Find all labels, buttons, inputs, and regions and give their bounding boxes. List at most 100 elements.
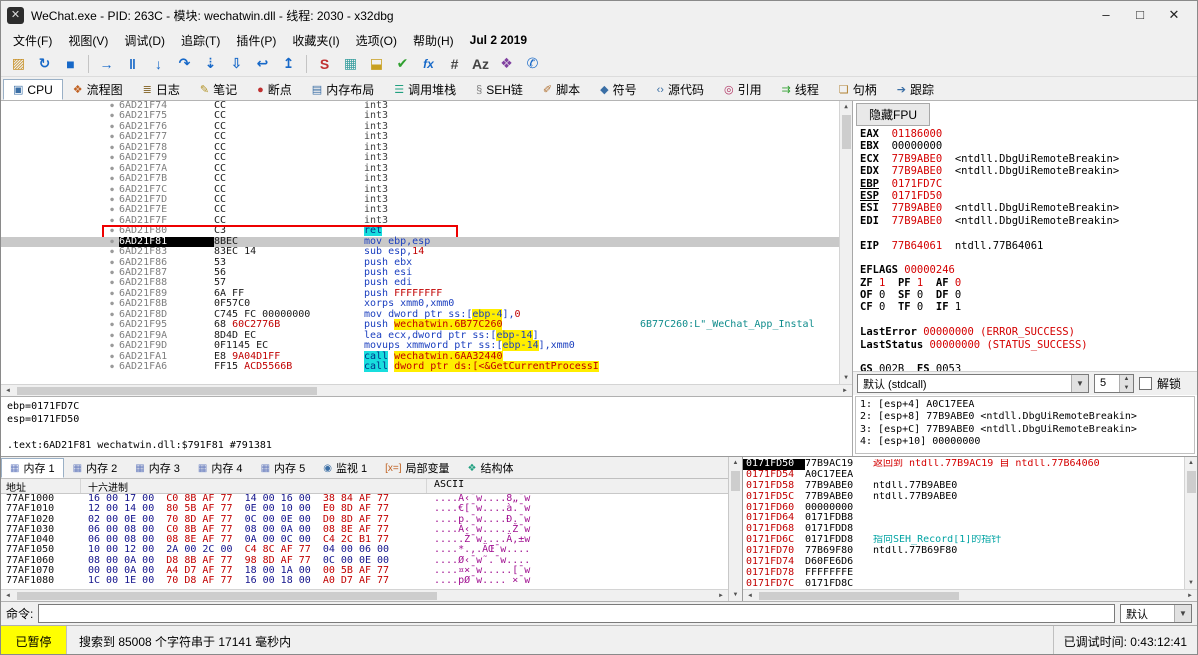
tab-dump-5[interactable]: ▦内存 5	[252, 458, 315, 478]
breakpoint-dot-icon[interactable]: ●	[105, 132, 119, 142]
tab-cpu[interactable]: ▣CPU	[3, 79, 63, 100]
menu-item[interactable]: 选项(O)	[348, 30, 405, 51]
breakpoint-dot-icon[interactable]: ●	[105, 226, 119, 236]
register-line[interactable]: ESI 77B9ABE0 <ntdll.DbgUiRemoteBreakin>	[860, 202, 1190, 214]
tab-trace[interactable]: ➔跟踪	[887, 79, 944, 100]
scrollbar-thumb[interactable]	[731, 471, 740, 491]
trace-into-icon[interactable]: ⇣	[198, 53, 223, 75]
register-line[interactable]: OF 0 SF 0 DF 0	[860, 289, 1190, 301]
scylla-icon[interactable]: S	[312, 53, 337, 75]
maximize-button[interactable]: □	[1123, 3, 1157, 27]
menu-item[interactable]: 收藏夹(I)	[284, 30, 347, 51]
scroll-left-icon[interactable]: ◄	[743, 593, 757, 599]
breakpoint-dot-icon[interactable]: ●	[105, 299, 119, 309]
scrollbar-thumb[interactable]	[842, 115, 851, 149]
tab-notes[interactable]: ✎笔记	[190, 79, 247, 100]
scrollbar-thumb[interactable]	[17, 387, 317, 395]
breakpoint-dot-icon[interactable]: ●	[105, 278, 119, 288]
disassembly-vertical-scrollbar[interactable]: ▲ ▼	[839, 101, 852, 384]
tab-locals[interactable]: [x=]局部变量	[376, 458, 458, 478]
breakpoint-dot-icon[interactable]: ●	[105, 362, 119, 372]
command-input[interactable]	[38, 604, 1115, 623]
breakpoint-dot-icon[interactable]: ●	[105, 320, 119, 330]
register-line[interactable]: EFLAGS 00000246	[860, 264, 1190, 276]
open-file-icon[interactable]: ▨	[6, 53, 31, 75]
register-line[interactable]: CF 0 TF 0 IF 1	[860, 301, 1190, 313]
scroll-right-icon[interactable]: ►	[714, 593, 728, 599]
register-line[interactable]: LastError 00000000 (ERROR_SUCCESS)	[860, 326, 1190, 338]
register-line[interactable]: ZF 1 PF 1 AF 0	[860, 277, 1190, 289]
spin-up-icon[interactable]: ▲	[1120, 375, 1133, 384]
register-line[interactable]	[860, 227, 1190, 239]
run-to-return-icon[interactable]: ↩	[250, 53, 275, 75]
menu-item[interactable]: 帮助(H)	[405, 30, 462, 51]
graph-icon[interactable]: ❖	[494, 53, 519, 75]
menu-item[interactable]: 调试(D)	[116, 30, 173, 51]
tab-memory-map[interactable]: ▤内存布局	[302, 79, 384, 100]
disasm-row[interactable]: ●6AD21F8383EC 14sub esp,14	[1, 247, 839, 257]
register-line[interactable]: EBP 0171FD7C	[860, 178, 1190, 190]
tab-struct[interactable]: ❖结构体	[459, 458, 523, 478]
tab-dump-4[interactable]: ▦内存 4	[189, 458, 252, 478]
register-line[interactable]	[860, 252, 1190, 264]
breakpoint-dot-icon[interactable]: ●	[105, 331, 119, 341]
breakpoint-dot-icon[interactable]: ●	[105, 310, 119, 320]
memory-dump-icon[interactable]: ▦	[338, 53, 363, 75]
scroll-left-icon[interactable]: ◄	[1, 388, 15, 394]
scroll-right-icon[interactable]: ►	[1183, 593, 1197, 599]
dump-row[interactable]: 77AF10801C 00 1E 00 70 D8 AF 77 16 00 18…	[1, 576, 728, 586]
register-line[interactable]: ESP 0171FD50	[860, 190, 1190, 202]
breakpoint-dot-icon[interactable]: ●	[105, 341, 119, 351]
scroll-down-icon[interactable]: ▼	[733, 589, 739, 601]
calculator-icon[interactable]: #	[442, 53, 467, 75]
breakpoint-dot-icon[interactable]: ●	[105, 289, 119, 299]
calling-convention-select[interactable]: 默认 (stdcall) ▼	[857, 374, 1089, 393]
argument-line[interactable]: 2: [esp+8] 77B9ABE0 <ntdll.DbgUiRemoteBr…	[860, 411, 1190, 423]
scrollbar-thumb[interactable]	[759, 592, 959, 600]
assemble-icon[interactable]: Az	[468, 53, 493, 75]
breakpoint-dot-icon[interactable]: ●	[105, 164, 119, 174]
tab-seh[interactable]: §SEH链	[466, 79, 533, 100]
restart-icon[interactable]: ↻	[32, 53, 57, 75]
scrollbar-thumb[interactable]	[17, 592, 437, 600]
hide-fpu-button[interactable]: 隐藏FPU	[856, 103, 930, 126]
breakpoint-dot-icon[interactable]: ●	[105, 237, 119, 247]
breakpoint-dot-icon[interactable]: ●	[105, 205, 119, 215]
breakpoint-dot-icon[interactable]: ●	[105, 258, 119, 268]
breakpoint-dot-icon[interactable]: ●	[105, 101, 119, 111]
stack-row[interactable]: 0171FD5C77B9ABE0ntdll.77B9ABE0	[743, 492, 1184, 503]
scroll-up-icon[interactable]: ▲	[733, 457, 739, 469]
breakpoint-dot-icon[interactable]: ●	[105, 143, 119, 153]
tab-graph[interactable]: ❖流程图	[63, 79, 133, 100]
run-to-user-code-icon[interactable]: ↥	[276, 53, 301, 75]
menu-item[interactable]: 文件(F)	[5, 30, 60, 51]
favourite-tools-icon[interactable]: fx	[416, 53, 441, 75]
tab-breakpoints[interactable]: ●断点	[247, 79, 302, 100]
breakpoint-dot-icon[interactable]: ●	[105, 122, 119, 132]
patches-icon[interactable]: ✔	[390, 53, 415, 75]
tab-call-stack[interactable]: ☰调用堆栈	[384, 79, 466, 100]
dump-horizontal-scrollbar[interactable]: ◄ ►	[1, 589, 728, 601]
tab-dump-3[interactable]: ▦内存 3	[126, 458, 189, 478]
minimize-button[interactable]: –	[1089, 3, 1123, 27]
unlock-checkbox[interactable]	[1139, 377, 1152, 390]
tab-script[interactable]: ✐脚本	[533, 79, 590, 100]
dump-vertical-scrollbar[interactable]: ▲ ▼	[728, 457, 742, 601]
menu-item[interactable]: 插件(P)	[228, 30, 284, 51]
scroll-down-icon[interactable]: ▼	[1188, 577, 1194, 589]
register-line[interactable]: EBX 00000000	[860, 140, 1190, 152]
breakpoint-dot-icon[interactable]: ●	[105, 268, 119, 278]
command-mode-select[interactable]: 默认 ▼	[1120, 604, 1192, 623]
scrollbar-thumb[interactable]	[1187, 471, 1196, 493]
scroll-left-icon[interactable]: ◄	[1, 593, 15, 599]
disassembly-horizontal-scrollbar[interactable]: ◄ ►	[1, 384, 852, 396]
disasm-row[interactable]: ●6AD21F9D0F1145 ECmovups xmmword ptr ss:…	[1, 341, 839, 351]
tab-dump-1[interactable]: ▦内存 1	[1, 458, 64, 478]
argument-count-stepper[interactable]: 5 ▲▼	[1094, 374, 1134, 393]
register-line[interactable]: GS 002B FS 0053	[860, 363, 1190, 371]
chevron-down-icon[interactable]: ▼	[1174, 605, 1191, 622]
breakpoint-dot-icon[interactable]: ●	[105, 185, 119, 195]
help-icon[interactable]: ✆	[520, 53, 545, 75]
register-line[interactable]: EDI 77B9ABE0 <ntdll.DbgUiRemoteBreakin>	[860, 215, 1190, 227]
breakpoint-dot-icon[interactable]: ●	[105, 153, 119, 163]
